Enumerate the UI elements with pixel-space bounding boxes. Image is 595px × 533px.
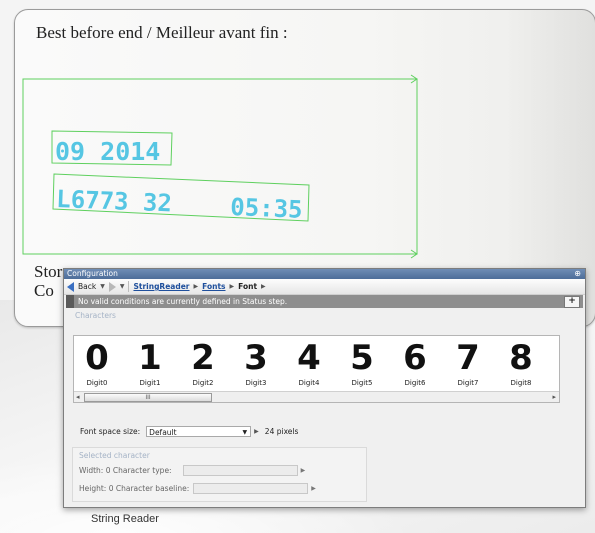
font-space-size-label: Font space size: (80, 427, 141, 436)
character-name: Digit1 (139, 379, 161, 387)
character-item[interactable]: 3 Digit3 (236, 339, 276, 387)
character-item[interactable]: 7 Digit7 (448, 339, 488, 387)
configuration-window: Configuration ⊕ Back ▼ ▼ StringReader ▶ … (63, 268, 586, 508)
character-name: Digit8 (510, 379, 532, 387)
storage-text: Stor Co (34, 262, 62, 300)
character-item[interactable]: 6 Digit6 (395, 339, 435, 387)
character-item[interactable]: 8 Digit8 (501, 339, 541, 387)
character-name: Digit0 (86, 379, 108, 387)
character-glyph: 1 (138, 338, 162, 378)
characters-label: Characters (75, 311, 116, 320)
character-item[interactable]: 0 Digit0 (77, 339, 117, 387)
breadcrumb-chevron-icon[interactable]: ▶ (261, 283, 266, 290)
caption: String Reader (91, 513, 159, 525)
configuration-title-bar[interactable]: Configuration ⊕ (64, 269, 585, 279)
character-type-field[interactable] (182, 465, 298, 476)
arrow-right-icon: ▶ (311, 485, 316, 492)
nav-separator (128, 281, 130, 292)
font-space-size-select[interactable]: Default ▼ (146, 426, 252, 438)
height-label: Height: (79, 484, 107, 493)
breadcrumb-font: Font (238, 282, 258, 291)
breadcrumb-chevron-icon: ▶ (229, 283, 235, 290)
height-value: 0 (108, 484, 114, 493)
character-glyph: 2 (191, 338, 215, 378)
ocr-text-line2a: L6773 32 (56, 185, 173, 217)
scroll-thumb[interactable]: III (84, 393, 212, 402)
forward-dropdown-icon[interactable]: ▼ (120, 283, 125, 290)
ocr-text-line2b: 05:35 (230, 193, 303, 224)
character-item[interactable]: 5 Digit5 (342, 339, 382, 387)
character-glyph: 7 (456, 338, 480, 378)
character-type-label: Character type: (112, 466, 172, 475)
storage-line2: Co (34, 281, 54, 300)
arrow-right-icon: ▶ (300, 467, 306, 474)
roi-rectangle[interactable] (22, 78, 418, 255)
configuration-title: Configuration (67, 269, 118, 278)
font-space-size-value: Default (149, 428, 177, 437)
character-name: Digit2 (192, 379, 214, 387)
font-space-pixels: 24 pixels (264, 427, 299, 436)
storage-line1: Stor (34, 262, 63, 281)
breadcrumb-stringreader[interactable]: StringReader (133, 282, 189, 291)
characters-list: 0 Digit0 1 Digit1 2 Digit2 3 Digit3 4 Di… (73, 335, 560, 403)
character-glyph: 8 (509, 338, 533, 378)
status-message: No valid conditions are currently define… (78, 297, 288, 306)
arrow-right-icon: ▶ (254, 428, 259, 435)
width-row: Width: 0 Character type: ▶ (79, 465, 305, 476)
font-space-size-row: Font space size: Default ▼ ▶ 24 pixels (80, 426, 298, 437)
height-row: Height: 0 Character baseline: ▶ (79, 483, 316, 494)
character-name: Digit4 (298, 379, 320, 387)
character-name: Digit7 (457, 379, 479, 387)
character-name: Digit3 (245, 379, 267, 387)
add-button[interactable]: + (564, 296, 580, 308)
chevron-down-icon[interactable]: ▼ (243, 427, 248, 438)
selected-character-group: Selected character Width: 0 Character ty… (72, 447, 367, 502)
navigation-bar: Back ▼ ▼ StringReader ▶ Fonts ▶ Font ▶ (64, 279, 585, 295)
status-marker (66, 295, 74, 308)
scroll-right-icon[interactable]: ▸ (552, 392, 556, 402)
character-baseline-label: Character baseline: (115, 484, 190, 493)
character-glyph: 4 (297, 338, 321, 378)
character-glyph: 3 (244, 338, 268, 378)
character-name: Digit5 (351, 379, 373, 387)
breadcrumb-fonts[interactable]: Fonts (202, 282, 225, 291)
back-arrow-icon[interactable] (67, 281, 74, 292)
back-button[interactable]: Back (78, 282, 96, 291)
selected-character-label: Selected character (79, 451, 150, 460)
character-glyph: 5 (350, 338, 374, 378)
scroll-left-icon[interactable]: ◂ (76, 392, 80, 402)
horizontal-scrollbar[interactable]: ◂ III ▸ (74, 391, 559, 402)
width-label: Width: (79, 466, 104, 475)
character-name: Digit6 (404, 379, 426, 387)
status-bar: No valid conditions are currently define… (66, 295, 583, 308)
forward-arrow-icon[interactable] (108, 281, 116, 292)
ocr-text-line1: 09 2014 (55, 137, 160, 166)
back-dropdown-icon[interactable]: ▼ (100, 283, 105, 290)
character-glyph: 6 (403, 338, 427, 378)
pin-icon[interactable]: ⊕ (574, 269, 581, 279)
character-item[interactable]: 2 Digit2 (183, 339, 223, 387)
character-item[interactable]: 4 Digit4 (289, 339, 329, 387)
character-baseline-field[interactable] (193, 483, 309, 494)
character-item[interactable]: 1 Digit1 (130, 339, 170, 387)
width-value: 0 (105, 466, 111, 475)
breadcrumb-chevron-icon: ▶ (193, 283, 199, 290)
character-glyph: 0 (85, 338, 109, 378)
